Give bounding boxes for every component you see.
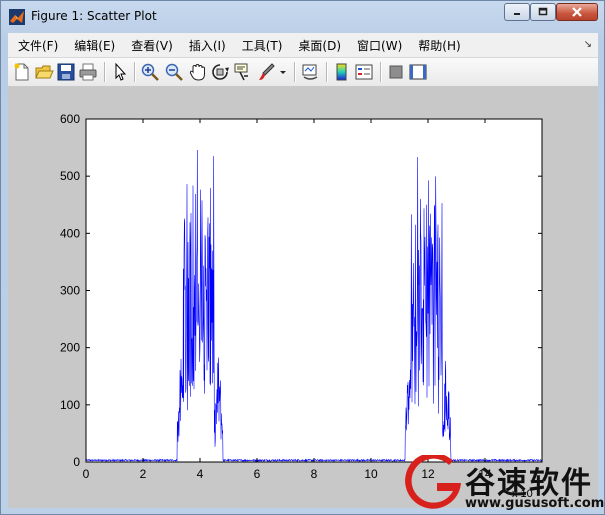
toolbar-separator: [294, 62, 295, 82]
matlab-icon: [9, 9, 25, 25]
maximize-button[interactable]: [530, 3, 556, 21]
figure-toolbar: [8, 58, 598, 87]
menu-help[interactable]: 帮助(H): [410, 37, 468, 54]
zoom-in-icon[interactable]: [140, 62, 160, 82]
figure-canvas[interactable]: 0 2 4 6 8 10 12 14 0 100 200 300 400 500 600 x 10: [8, 87, 598, 508]
y-tick-label: 600: [60, 112, 80, 126]
toolbar-separator: [380, 62, 381, 82]
open-file-icon[interactable]: [34, 62, 54, 82]
x-tick-label: 0: [83, 467, 90, 481]
close-icon: [572, 7, 582, 17]
menu-window[interactable]: 窗口(W): [349, 37, 410, 54]
watermark-url: www.gususoft.com: [465, 496, 605, 511]
y-tick-label: 100: [60, 398, 80, 412]
brush-icon[interactable]: [256, 62, 276, 82]
plot-area: [86, 119, 542, 462]
close-button[interactable]: [556, 3, 598, 21]
zoom-out-icon[interactable]: [164, 62, 184, 82]
maximize-icon: [538, 7, 548, 16]
y-tick-label: 0: [73, 455, 80, 469]
x-tick-label: 4: [197, 467, 204, 481]
menu-view[interactable]: 查看(V): [123, 37, 181, 54]
caption-buttons: [504, 3, 598, 23]
figure-window: Figure 1: Scatter Plot 文件(F) 编辑(E) 查看(V)…: [0, 0, 605, 515]
x-tick-label: 6: [254, 467, 261, 481]
title-bar[interactable]: Figure 1: Scatter Plot: [1, 1, 604, 31]
menu-insert[interactable]: 插入(I): [181, 37, 234, 54]
scatter-plot-axes[interactable]: 0 2 4 6 8 10 12 140100200300400500600x 10: [8, 87, 598, 508]
menu-desktop[interactable]: 桌面(D): [290, 37, 349, 54]
save-icon[interactable]: [56, 62, 76, 82]
toolbar-separator: [134, 62, 135, 82]
menu-bar: 文件(F) 编辑(E) 查看(V) 插入(I) 工具(T) 桌面(D) 窗口(W…: [8, 33, 598, 58]
insert-colorbar-icon[interactable]: [332, 62, 352, 82]
insert-legend-icon[interactable]: [354, 62, 374, 82]
link-plot-icon[interactable]: [300, 62, 320, 82]
x-tick-label: 8: [311, 467, 318, 481]
brush-dropdown-icon[interactable]: [278, 62, 288, 82]
toolbar-separator: [104, 62, 105, 82]
edit-plot-arrow-icon[interactable]: [110, 62, 130, 82]
hide-plot-tools-icon[interactable]: [386, 62, 406, 82]
minimize-icon: [514, 13, 520, 15]
menu-tools[interactable]: 工具(T): [234, 37, 291, 54]
window-title: Figure 1: Scatter Plot: [31, 9, 157, 23]
x-tick-label: 10: [364, 467, 378, 481]
data-cursor-icon[interactable]: [232, 62, 252, 82]
new-figure-icon[interactable]: [12, 62, 32, 82]
dock-arrow-icon[interactable]: ↘: [584, 39, 592, 50]
y-tick-label: 300: [60, 284, 80, 298]
print-icon[interactable]: [78, 62, 98, 82]
show-plot-tools-icon[interactable]: [408, 62, 428, 82]
watermark: 谷速软件 www.gususoft.com: [405, 452, 605, 515]
pan-hand-icon[interactable]: [188, 62, 208, 82]
rotate-3d-icon[interactable]: [210, 62, 230, 82]
x-tick-label: 2: [140, 467, 147, 481]
gusu-logo-icon: [405, 455, 461, 509]
toolbar-separator: [326, 62, 327, 82]
y-tick-label: 500: [60, 169, 80, 183]
minimize-button[interactable]: [504, 3, 530, 21]
menu-file[interactable]: 文件(F): [8, 37, 66, 54]
y-tick-label: 200: [60, 341, 80, 355]
menu-edit[interactable]: 编辑(E): [66, 37, 123, 54]
y-tick-label: 400: [60, 226, 80, 240]
